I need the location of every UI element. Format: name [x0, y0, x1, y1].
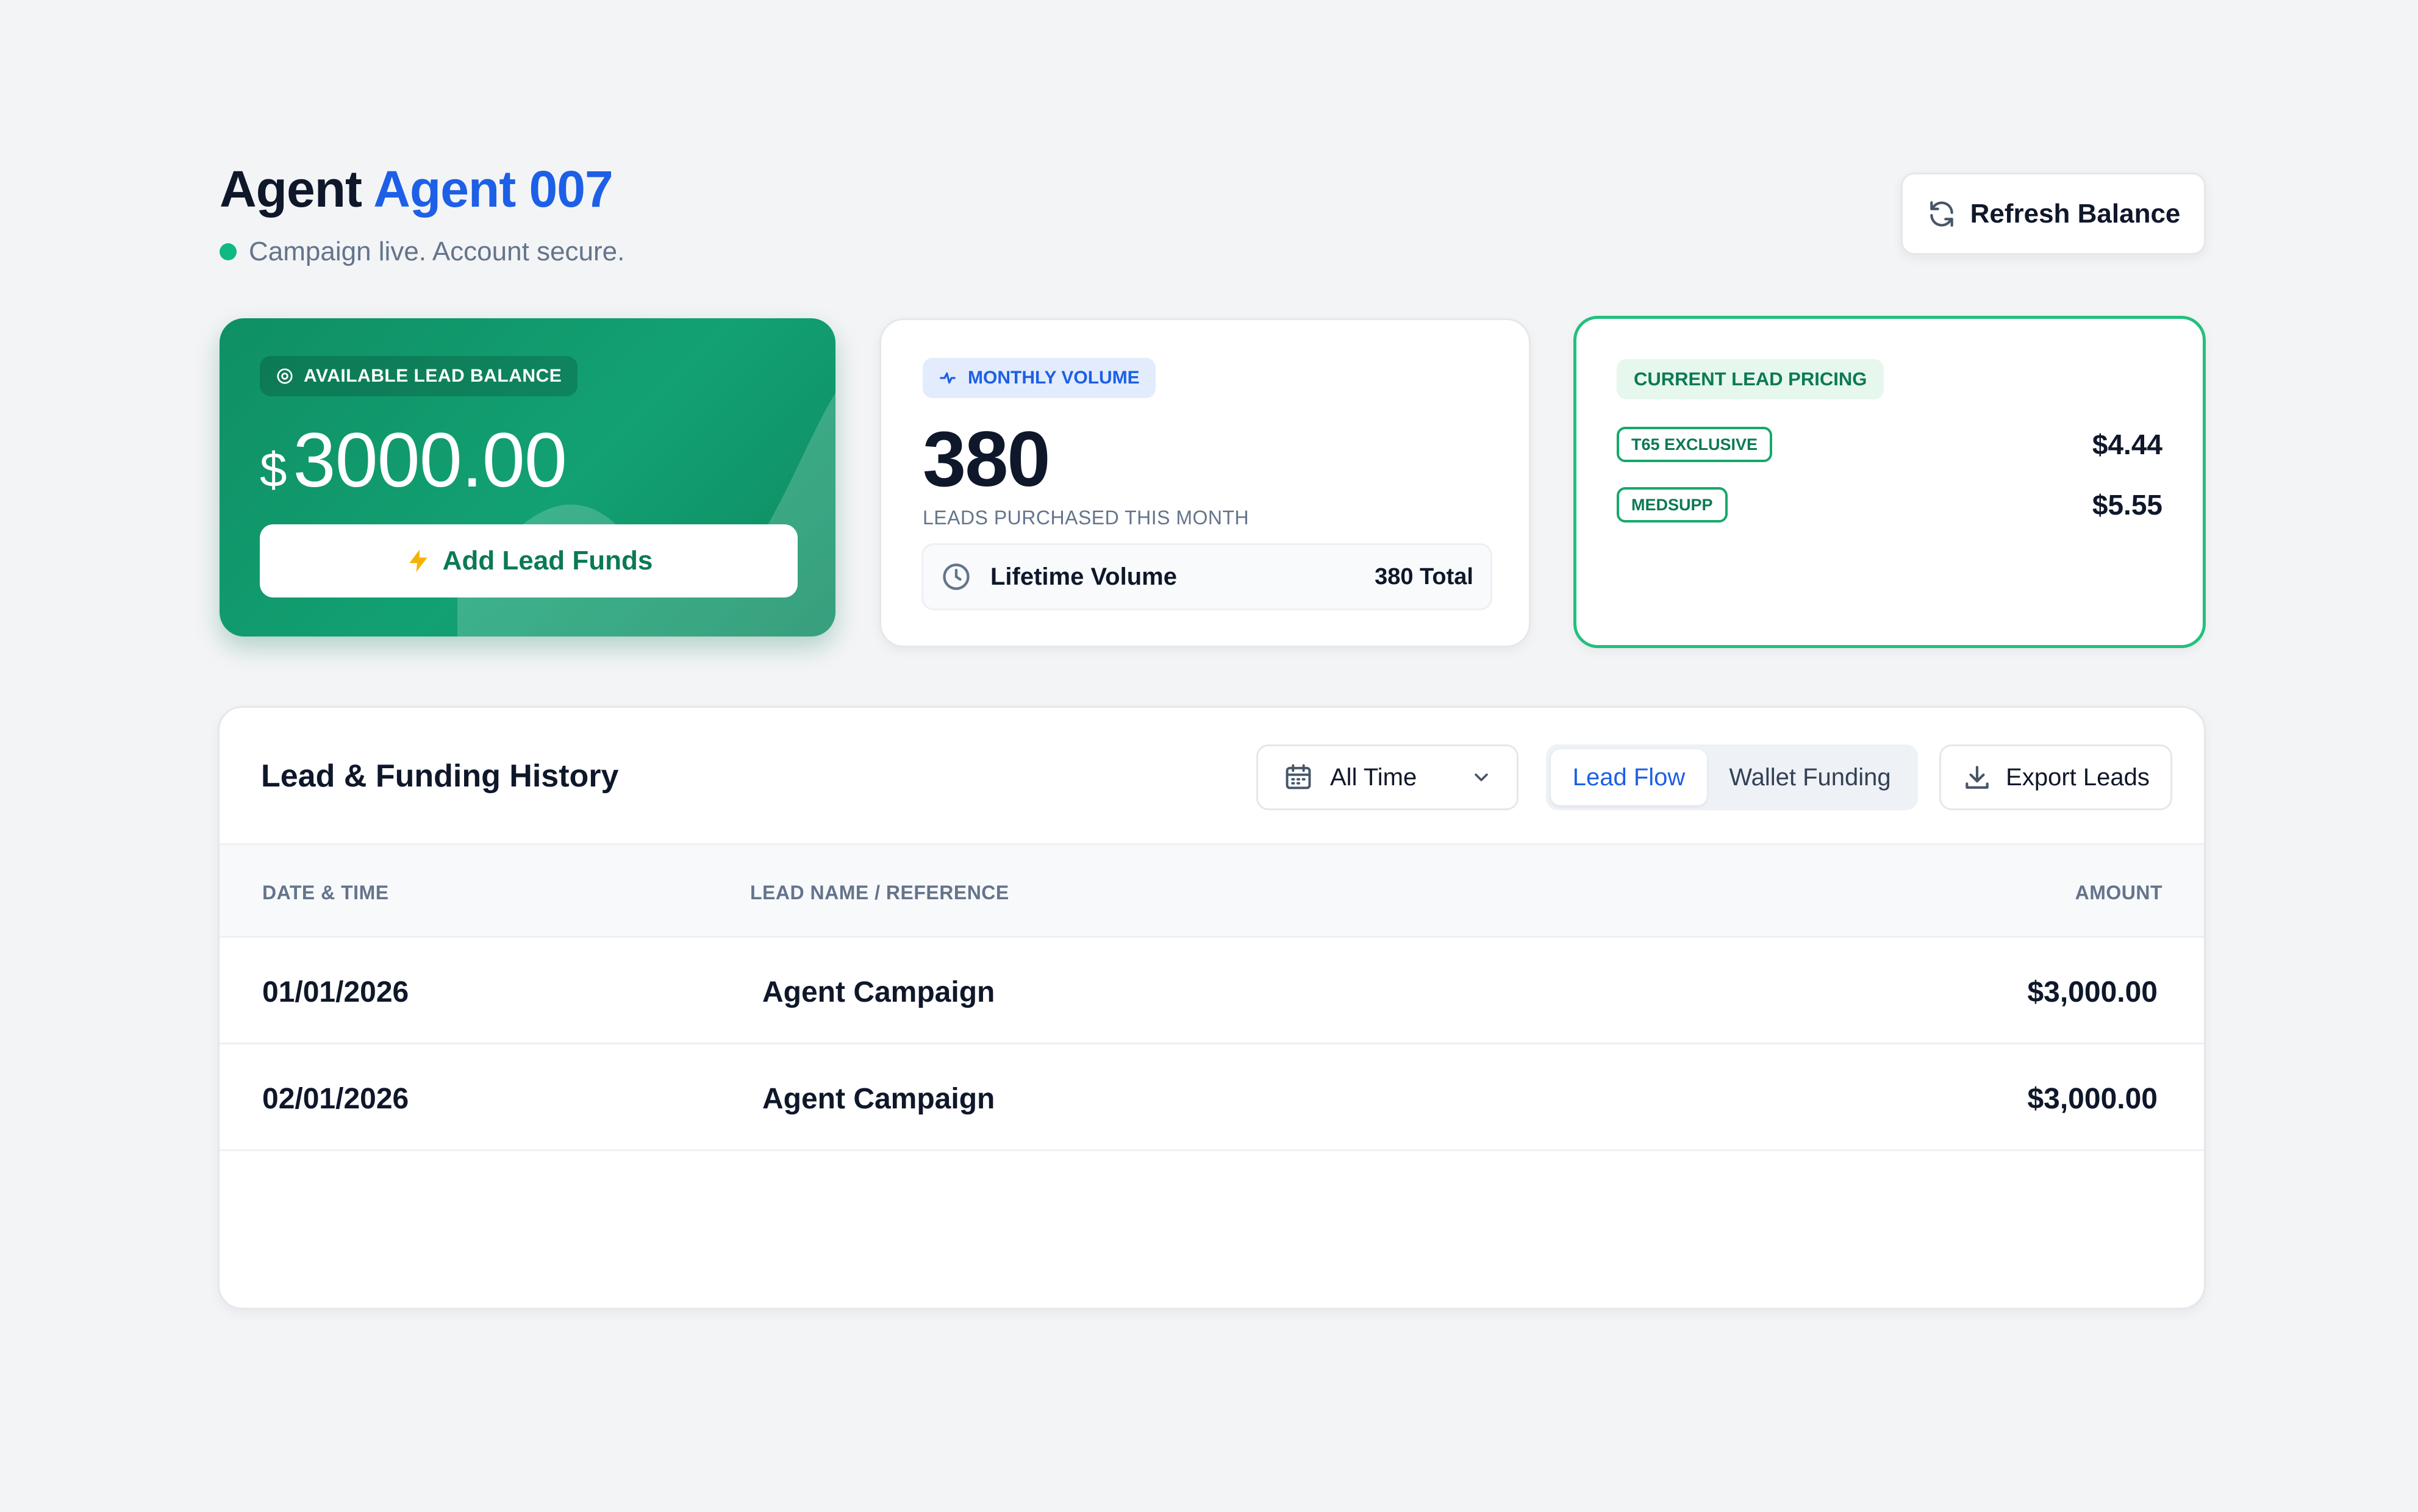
- lightning-icon: [409, 549, 427, 572]
- history-view-toggle: Lead Flow Wallet Funding: [1546, 744, 1918, 810]
- export-leads-button[interactable]: Export Leads: [1939, 744, 2172, 810]
- title-prefix: Agent: [220, 160, 362, 218]
- row-date: 01/01/2026: [262, 976, 409, 1008]
- pricing-label: CURRENT LEAD PRICING: [1634, 368, 1867, 390]
- refresh-balance-label: Refresh Balance: [1970, 198, 2181, 229]
- lead-funding-history-panel: Lead & Funding History All Time Lead Flo…: [218, 706, 2206, 1310]
- balance-amount: $ 3000.00: [260, 416, 567, 504]
- add-lead-funds-button[interactable]: Add Lead Funds: [260, 524, 798, 597]
- download-icon: [1966, 766, 1989, 789]
- monthly-volume-subtitle: LEADS PURCHASED THIS MONTH: [923, 507, 1250, 529]
- date-range-value: All Time: [1330, 763, 1417, 791]
- price-value: $5.55: [2092, 489, 2162, 521]
- target-icon: [277, 368, 293, 384]
- row-date: 02/01/2026: [262, 1083, 409, 1115]
- lead-pricing-card: CURRENT LEAD PRICING T65 EXCLUSIVE $4.44…: [1573, 316, 2206, 648]
- column-header-date: DATE & TIME: [262, 882, 389, 904]
- lifetime-volume-label: Lifetime Volume: [990, 563, 1177, 590]
- tab-lead-flow[interactable]: Lead Flow: [1551, 749, 1707, 805]
- export-leads-label: Export Leads: [2006, 763, 2150, 791]
- add-lead-funds-label: Add Lead Funds: [442, 546, 653, 576]
- status-text: Campaign live. Account secure.: [249, 237, 625, 266]
- monthly-volume-card: MONTHLY VOLUME 380 LEADS PURCHASED THIS …: [879, 318, 1531, 647]
- table-header: DATE & TIME LEAD NAME / REFERENCE AMOUNT: [220, 845, 2204, 938]
- balance-label: AVAILABLE LEAD BALANCE: [304, 366, 562, 386]
- row-amount: $3,000.00: [2027, 1083, 2158, 1115]
- row-reference: Agent Campaign: [762, 1083, 995, 1115]
- price-value: $4.44: [2092, 429, 2162, 460]
- page-title: Agent Agent 007: [220, 163, 624, 215]
- date-range-select[interactable]: All Time: [1256, 744, 1518, 810]
- calendar-icon: [1286, 764, 1311, 790]
- balance-value: 3000.00: [293, 417, 567, 503]
- balance-currency: $: [260, 443, 287, 497]
- table-row[interactable]: 01/01/2026 Agent Campaign $3,000.00: [220, 938, 2204, 1044]
- price-row: MEDSUPP $5.55: [1617, 486, 2162, 524]
- monthly-volume-badge: MONTHLY VOLUME: [923, 358, 1156, 398]
- clock-icon: [943, 563, 970, 590]
- price-tag: MEDSUPP: [1617, 487, 1728, 522]
- lifetime-volume-row: Lifetime Volume 380 Total: [921, 543, 1492, 610]
- chevron-down-icon: [1475, 773, 1488, 782]
- row-amount: $3,000.00: [2027, 976, 2158, 1008]
- monthly-volume-value: 380: [923, 416, 1051, 503]
- row-reference: Agent Campaign: [762, 976, 995, 1008]
- history-header: Lead & Funding History All Time Lead Flo…: [220, 708, 2204, 845]
- lifetime-volume-total: 380 Total: [1375, 563, 1473, 590]
- price-tag: T65 EXCLUSIVE: [1617, 427, 1773, 462]
- tab-wallet-funding[interactable]: Wallet Funding: [1707, 749, 1913, 805]
- activity-icon: [940, 372, 956, 384]
- balance-label-badge: AVAILABLE LEAD BALANCE: [260, 356, 578, 396]
- table-row[interactable]: 02/01/2026 Agent Campaign $3,000.00: [220, 1044, 2204, 1151]
- lead-balance-card: AVAILABLE LEAD BALANCE $ 3000.00 Add Lea…: [220, 318, 835, 637]
- status-line: Campaign live. Account secure.: [220, 237, 624, 267]
- status-dot-icon: [220, 243, 237, 260]
- column-header-amount: AMOUNT: [2075, 882, 2162, 904]
- monthly-volume-label: MONTHLY VOLUME: [968, 368, 1140, 388]
- history-title: Lead & Funding History: [261, 758, 619, 794]
- agent-name: Agent 007: [373, 160, 613, 218]
- refresh-icon: [1930, 201, 1953, 227]
- column-header-reference: LEAD NAME / REFERENCE: [750, 882, 1009, 904]
- refresh-balance-button[interactable]: Refresh Balance: [1901, 173, 2206, 255]
- pricing-label-badge: CURRENT LEAD PRICING: [1617, 359, 1884, 399]
- price-row: T65 EXCLUSIVE $4.44: [1617, 426, 2162, 463]
- page-header: Agent Agent 007 Campaign live. Account s…: [220, 163, 624, 267]
